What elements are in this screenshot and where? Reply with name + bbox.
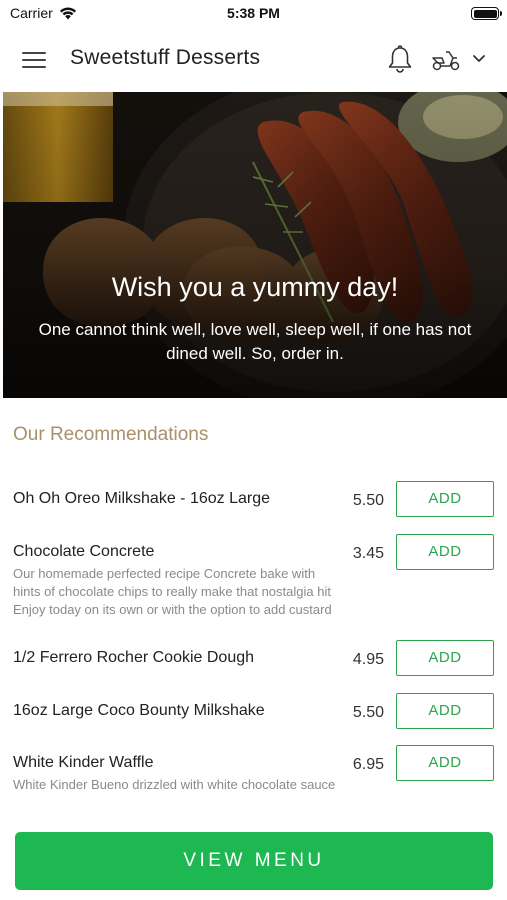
- hero-banner: Wish you a yummy day! One cannot think w…: [3, 92, 507, 398]
- add-button[interactable]: ADD: [396, 534, 494, 570]
- item-name: 1/2 Ferrero Rocher Cookie Dough: [13, 649, 255, 666]
- bell-icon[interactable]: [386, 44, 414, 74]
- battery-icon: [471, 7, 502, 20]
- item-price: 5.50: [352, 704, 384, 721]
- item-price: 6.95: [352, 756, 384, 773]
- view-menu-button[interactable]: VIEW MENU: [15, 832, 493, 890]
- menu-icon[interactable]: [22, 50, 48, 70]
- item-name: White Kinder Waffle: [13, 754, 154, 771]
- item-name: 16oz Large Coco Bounty Milkshake: [13, 702, 265, 719]
- item-description: White Kinder Bueno drizzled with white c…: [13, 777, 336, 792]
- section-title: Our Recommendations: [13, 424, 209, 445]
- status-time: 5:38 PM: [227, 5, 280, 21]
- item-price: 4.95: [352, 651, 384, 668]
- status-bar: Carrier 5:38 PM: [0, 0, 507, 28]
- add-button[interactable]: ADD: [396, 481, 494, 517]
- chevron-down-icon[interactable]: [472, 54, 486, 64]
- item-name: Oh Oh Oreo Milkshake - 16oz Large: [13, 490, 271, 507]
- add-button[interactable]: ADD: [396, 640, 494, 676]
- item-name: Chocolate Concrete: [13, 543, 155, 560]
- app-title: Sweetstuff Desserts: [70, 46, 261, 69]
- add-button[interactable]: ADD: [396, 745, 494, 781]
- item-price: 3.45: [352, 545, 384, 562]
- app-header: Sweetstuff Desserts: [0, 28, 507, 92]
- item-price: 5.50: [352, 492, 384, 509]
- scooter-icon[interactable]: [430, 48, 462, 72]
- add-button[interactable]: ADD: [396, 693, 494, 729]
- item-description: Our homemade perfected recipe Concrete b…: [13, 566, 332, 617]
- hero-subtitle: One cannot think well, love well, sleep …: [38, 320, 472, 363]
- hero-title: Wish you a yummy day!: [111, 272, 399, 302]
